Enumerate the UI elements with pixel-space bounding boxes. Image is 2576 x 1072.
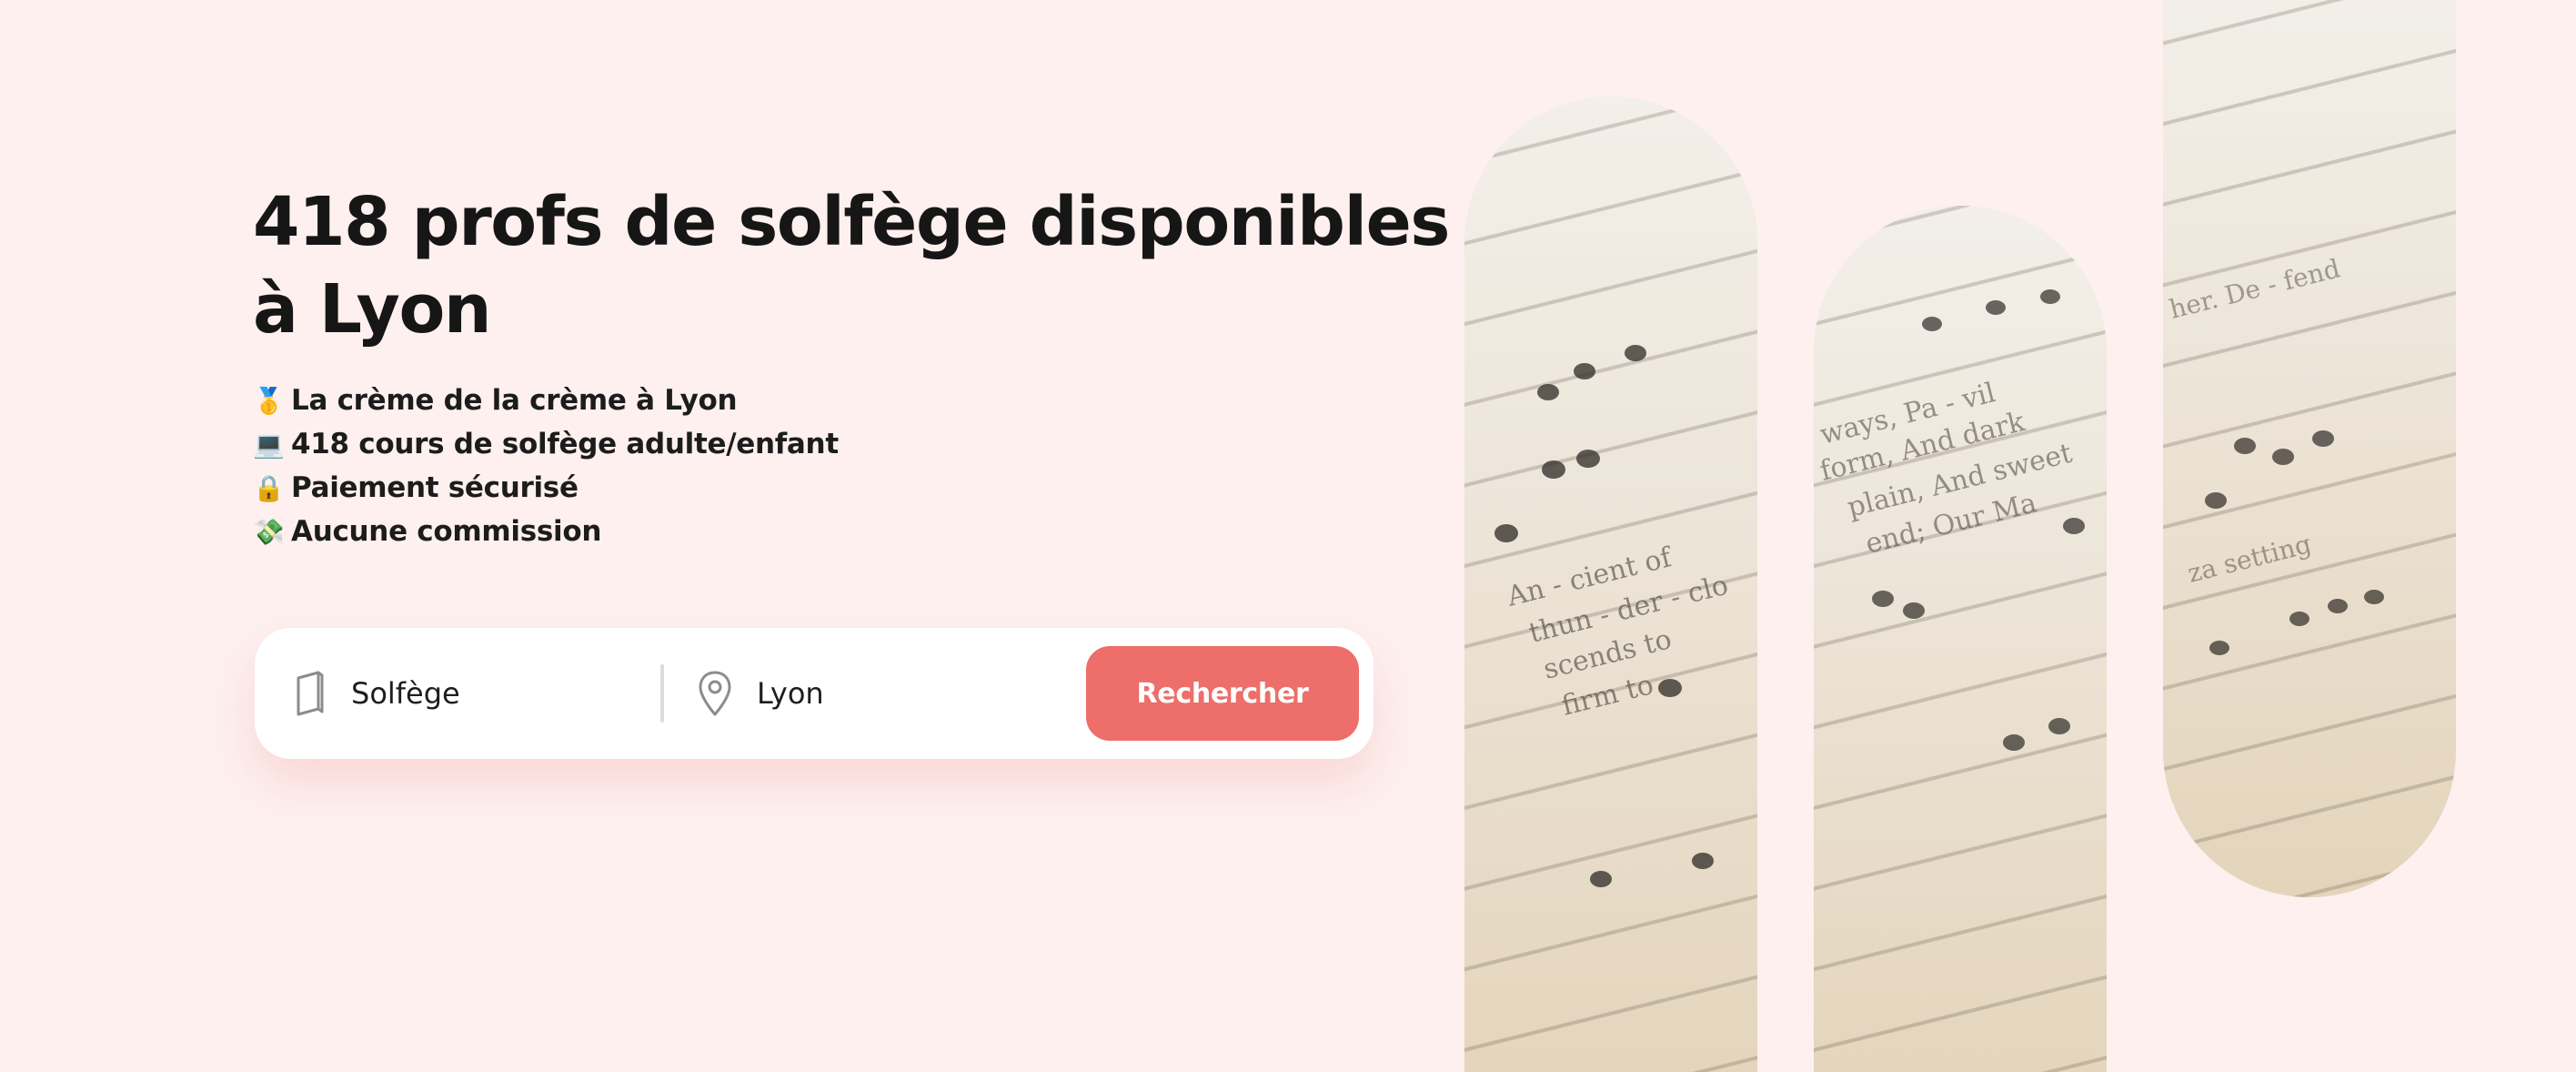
feature-item: 🥇 La crème de la crème à Lyon [253,379,839,422]
city-input[interactable] [757,676,1030,711]
sheet-music-image: ways, Pa - vil form, And dark plain, And… [1814,206,2107,1072]
feature-text: 418 cours de solfège adulte/enfant [291,428,839,460]
hero-section: 418 profs de solfège disponibles à Lyon … [0,0,2576,1072]
feature-text: Aucune commission [291,515,602,548]
sheet-music-image: her. De - fend za setting [2163,0,2456,897]
search-button[interactable]: Rechercher [1086,646,1359,741]
location-pin-icon [693,670,737,717]
sheet-music-decoration: ways, Pa - vil form, And dark plain, And… [1816,289,2085,751]
feature-text: Paiement sécurisé [291,471,579,504]
money-icon: 💸 [253,516,285,547]
search-divider [660,664,664,723]
subject-field[interactable] [287,628,651,759]
svg-text:her. De - fend: her. De - fend [2167,253,2343,324]
feature-list: 🥇 La crème de la crème à Lyon 💻 418 cour… [253,379,839,553]
medal-icon: 🥇 [253,385,285,416]
sheet-music-decoration: An - cient of thun - der - clo scends to… [1494,345,1731,887]
subject-input[interactable] [351,676,624,711]
sheet-music-decoration: her. De - fend za setting [2167,253,2384,655]
page-title: 418 profs de solfège disponibles à Lyon [253,183,1450,349]
sheet-music-image: An - cient of thun - der - clo scends to… [1464,96,1757,1072]
feature-item: 💸 Aucune commission [253,510,839,553]
svg-text:za setting: za setting [2185,529,2315,589]
laptop-icon: 💻 [253,429,285,460]
city-field[interactable] [693,628,1057,759]
lock-icon: 🔒 [253,472,285,503]
book-icon [287,670,331,717]
feature-text: La crème de la crème à Lyon [291,384,738,417]
search-bar: Rechercher [255,628,1374,759]
feature-item: 🔒 Paiement sécurisé [253,466,839,510]
feature-item: 💻 418 cours de solfège adulte/enfant [253,422,839,466]
